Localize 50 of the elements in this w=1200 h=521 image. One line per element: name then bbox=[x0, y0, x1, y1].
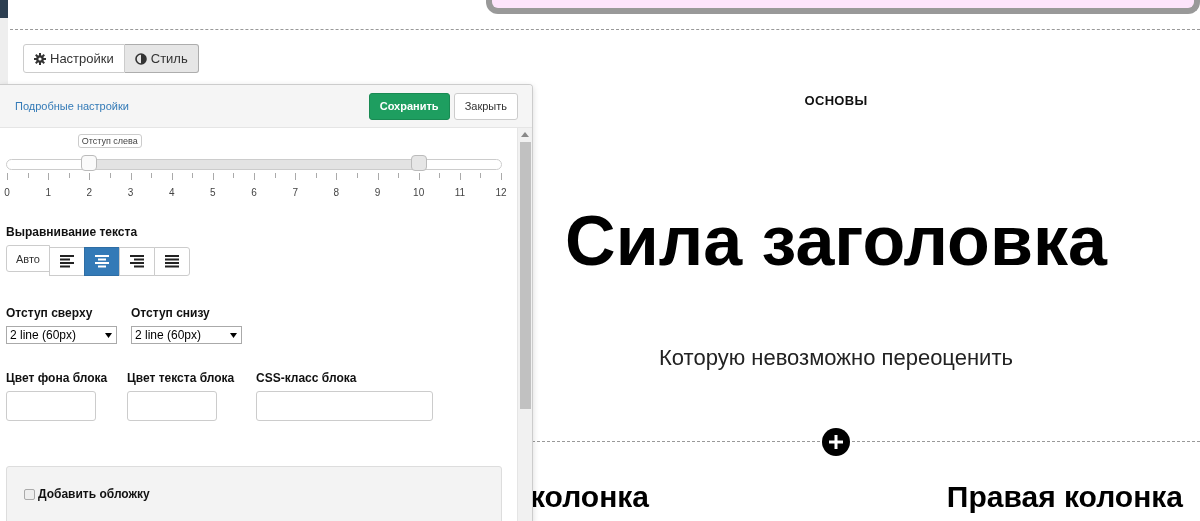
align-right-icon bbox=[130, 255, 144, 268]
add-block-icon[interactable] bbox=[822, 428, 850, 456]
checkbox[interactable] bbox=[24, 488, 35, 500]
slider-handle[interactable] bbox=[410, 155, 427, 171]
tick-label: 6 bbox=[251, 187, 257, 198]
input-field[interactable] bbox=[6, 391, 96, 421]
tick-label: 2 bbox=[86, 187, 93, 198]
close-button[interactable]: Закрыть bbox=[453, 92, 518, 120]
tab[interactable]: Настройки bbox=[23, 44, 125, 73]
align-center-icon bbox=[95, 255, 109, 268]
field-label: Цвет текста блока bbox=[127, 371, 236, 385]
dropdown-arrow-icon bbox=[230, 332, 237, 338]
field-label: Отступ сверху bbox=[6, 306, 94, 320]
tick-label: 1 bbox=[45, 187, 51, 198]
dropdown[interactable]: 2 line (60px) bbox=[6, 326, 117, 344]
tick-label: 3 bbox=[127, 187, 134, 198]
input-field[interactable] bbox=[127, 391, 217, 421]
tick-label: 11 bbox=[454, 187, 465, 198]
gear-icon bbox=[34, 52, 46, 65]
slider-handle[interactable] bbox=[81, 155, 98, 171]
tick-label: 0 bbox=[4, 187, 10, 198]
input-field[interactable] bbox=[256, 391, 433, 421]
dropdown[interactable]: 2 line (60px) bbox=[131, 326, 242, 344]
checkbox-label: Добавить обложку bbox=[38, 487, 150, 501]
align-auto-button[interactable]: Авто bbox=[6, 245, 50, 272]
align-justify-icon bbox=[165, 255, 179, 268]
subheading: Которую невозможно переоценить bbox=[659, 344, 1013, 372]
contrast-icon bbox=[134, 52, 147, 65]
column-heading: Правая колонка bbox=[946, 479, 1183, 515]
tick-label: 9 bbox=[374, 187, 381, 198]
field-label: Цвет фона блока bbox=[6, 371, 109, 385]
slider-tooltip: Отступ слева bbox=[77, 134, 142, 148]
tick-label: 10 bbox=[413, 187, 425, 198]
tick-label: 4 bbox=[168, 187, 175, 198]
field-label: Отступ снизу bbox=[131, 306, 211, 320]
scroll-up-icon[interactable] bbox=[521, 132, 529, 137]
scrollbar[interactable] bbox=[517, 128, 532, 521]
eyebrow-text: ОСНОВЫ bbox=[804, 93, 868, 108]
tab[interactable]: Стиль bbox=[124, 44, 199, 73]
column-heading: колонка bbox=[530, 479, 649, 515]
heading: Сила заголовка bbox=[565, 201, 1107, 281]
tick-label: 12 bbox=[495, 187, 507, 198]
field-label: CSS-класс блока bbox=[256, 371, 358, 385]
advanced-settings-link[interactable]: Подробные настройки bbox=[15, 100, 129, 112]
align-left-icon bbox=[60, 255, 74, 268]
field-label: Выравнивание текста bbox=[6, 225, 139, 239]
dropdown-arrow-icon bbox=[105, 332, 112, 338]
tick-label: 7 bbox=[292, 187, 298, 198]
tick-label: 8 bbox=[333, 187, 340, 198]
tick-label: 5 bbox=[210, 187, 216, 198]
